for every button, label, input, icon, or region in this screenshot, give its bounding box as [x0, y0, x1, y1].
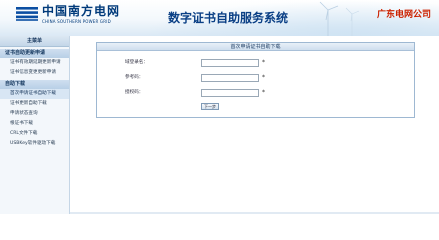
menu-item-status-query[interactable]: 申请状态查询: [0, 109, 69, 119]
menu-item-root-cert-download[interactable]: 根证书下载: [0, 119, 69, 129]
domain-login-input[interactable]: [201, 59, 259, 67]
company-name: 广东电网公司: [377, 10, 432, 20]
menu-item-crl-download[interactable]: CRL文件下载: [0, 129, 69, 139]
menu-item-usbkey-driver-download[interactable]: USBKey软件驱动下载: [0, 139, 69, 149]
wind-turbine-icon: [319, 1, 360, 36]
form-row-auth-code: 授权码： *: [97, 88, 414, 99]
section-self-download[interactable]: 自助下载: [0, 80, 69, 89]
menu-item-info-change[interactable]: 证书信息变更更新申请: [0, 68, 69, 78]
logo-english-name: CHINA SOUTHERN POWER GRID: [42, 19, 111, 24]
auth-code-label: 授权码：: [125, 90, 144, 95]
download-form-panel: 首次申请证书自助下载 域登录名： * 参考码： * 授权码： * 下一步: [96, 42, 415, 118]
section-self-update[interactable]: 证书自助更新申请: [0, 49, 69, 58]
form-row-domain-login: 域登录名： *: [97, 58, 414, 69]
logo-chinese-name: 中国南方电网: [42, 4, 121, 18]
form-row-reference-code: 参考码： *: [97, 73, 414, 84]
required-mark: *: [262, 89, 265, 96]
required-mark: *: [262, 59, 265, 66]
domain-login-label: 域登录名：: [125, 60, 148, 65]
header: 中国南方电网 CHINA SOUTHERN POWER GRID 数字证书自助服…: [0, 0, 439, 36]
sidebar: 主菜单 证书自助更新申请 证书有效期延期更新申请 证书信息变更更新申请 自助下载…: [0, 36, 70, 214]
menu-item-first-download[interactable]: 首次申请证书自助下载: [0, 89, 69, 99]
menu-item-update-download[interactable]: 证书更新自助下载: [0, 99, 69, 109]
required-mark: *: [262, 74, 265, 81]
panel-title: 首次申请证书自助下载: [97, 43, 414, 51]
menu-item-validity-extension[interactable]: 证书有效期延期更新申请: [0, 58, 69, 68]
reference-code-label: 参考码：: [125, 75, 144, 80]
bottom-divider: [70, 212, 439, 214]
auth-code-input[interactable]: [201, 89, 259, 97]
system-title: 数字证书自助服务系统: [168, 11, 289, 25]
reference-code-input[interactable]: [201, 74, 259, 82]
next-step-button[interactable]: 下一步: [201, 103, 219, 110]
csg-logo-icon: [16, 7, 38, 21]
main-menu-header: 主菜单: [0, 36, 69, 47]
